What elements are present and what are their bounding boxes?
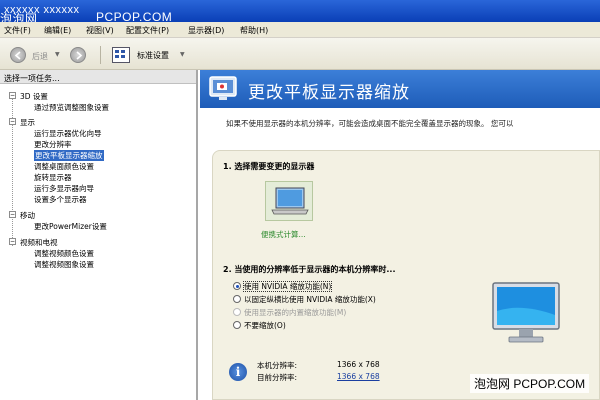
display-label[interactable]: 便携式计算...	[261, 229, 306, 240]
monitor-preview-icon	[492, 282, 560, 343]
page-title: 更改平板显示器缩放	[248, 83, 410, 102]
tree-item-preview-image[interactable]: 通过预览调整图象设置	[34, 102, 109, 113]
menu-profile[interactable]: 配置文件(P)	[126, 25, 169, 36]
menu-file[interactable]: 文件(F)	[4, 25, 31, 36]
tree-group-display[interactable]: 显示	[20, 117, 35, 128]
radio-nvidia-scaling[interactable]	[233, 282, 241, 290]
back-button[interactable]	[10, 47, 26, 63]
display-selector[interactable]	[265, 181, 313, 221]
standard-view-button[interactable]: 标准设置	[137, 50, 169, 61]
back-label: 后退	[32, 52, 48, 61]
tree-group-video-tv[interactable]: 视频和电视	[20, 237, 58, 248]
option-no-scaling[interactable]: 不要缩放(O)	[233, 320, 286, 331]
expand-3d-icon[interactable]: −	[9, 92, 16, 99]
tree-item-flat-panel-scaling[interactable]: 更改平板显示器缩放	[34, 150, 104, 161]
menu-help[interactable]: 帮助(H)	[240, 25, 268, 36]
page-description: 如果不使用显示器的本机分辨率，可能会造成桌面不能完全覆盖显示器的现象。 您可以	[226, 119, 514, 128]
option-display-builtin-scaling: 使用显示器的内置缩放功能(M)	[233, 307, 346, 318]
task-sidebar: 选择一项任务... − 3D 设置 通过预览调整图象设置 − 显示 运行显示器优…	[0, 70, 198, 400]
radio-display-builtin-scaling	[233, 308, 241, 316]
menu-bar: 文件(F) 编辑(E) 视图(V) 配置文件(P) 显示器(D) 帮助(H)	[0, 22, 600, 38]
tree-item-change-resolution[interactable]: 更改分辨率	[34, 139, 72, 150]
tree-item-rotate-display[interactable]: 旋转显示器	[34, 172, 72, 183]
expand-video-icon[interactable]: −	[9, 238, 16, 245]
back-dropdown-icon[interactable]: ▼	[55, 51, 60, 58]
expand-mobile-icon[interactable]: −	[9, 211, 16, 218]
standard-view-icon[interactable]	[112, 47, 130, 63]
tree-item-desktop-color[interactable]: 调整桌面颜色设置	[34, 161, 94, 172]
native-resolution-label: 本机分辨率:	[257, 361, 298, 370]
tree-item-optimize-wizard[interactable]: 运行显示器优化向导	[34, 128, 102, 139]
tree-item-video-color[interactable]: 调整视频颜色设置	[34, 248, 94, 259]
back-arrow-icon	[14, 51, 21, 60]
current-resolution-label: 目前分辨率:	[257, 373, 298, 382]
step2-heading: 2. 当使用的分辨率低于显示器的本机分辨率时...	[223, 265, 396, 274]
option-nvidia-fixed-aspect[interactable]: 以固定纵横比使用 NVIDIA 缩放功能(X)	[233, 294, 376, 305]
tree-item-multiple-displays[interactable]: 设置多个显示器	[34, 194, 87, 205]
option-nvidia-scaling[interactable]: 使用 NVIDIA 缩放功能(N)	[233, 281, 333, 292]
native-resolution-value: 1366 x 768	[337, 360, 380, 369]
tree-item-video-image[interactable]: 调整视频图象设置	[34, 259, 94, 270]
forward-arrow-icon	[76, 51, 83, 60]
toolbar: 后退 ▼ 标准设置 ▼	[0, 38, 600, 70]
page-banner: 更改平板显示器缩放	[200, 70, 600, 108]
sidebar-header: 选择一项任务...	[0, 70, 196, 84]
laptop-display-icon	[271, 187, 309, 215]
expand-display-icon[interactable]: −	[9, 118, 16, 125]
menu-edit[interactable]: 编辑(E)	[44, 25, 71, 36]
main-content: 更改平板显示器缩放 如果不使用显示器的本机分辨率，可能会造成桌面不能完全覆盖显示…	[200, 70, 600, 400]
current-resolution-link[interactable]: 1366 x 768	[337, 372, 380, 381]
toolbar-separator	[100, 46, 101, 64]
standard-view-dropdown-icon[interactable]: ▼	[180, 51, 185, 58]
tree-group-mobile[interactable]: 移动	[20, 210, 35, 221]
watermark-bottom: 泡泡网 PCPOP.COM	[470, 374, 590, 393]
info-icon: i	[229, 363, 247, 381]
settings-panel: 1. 选择需要变更的显示器 便携式计算... 2. 当使用的分辨率低于显示器的本…	[212, 150, 600, 400]
tree-item-powermizer[interactable]: 更改PowerMizer设置	[34, 221, 107, 232]
menu-display[interactable]: 显示器(D)	[188, 25, 224, 36]
tree-item-multi-display-wizard[interactable]: 运行多显示器向导	[34, 183, 94, 194]
title-bar: xxxxxx xxxxxx 泡泡网 PCPOP.COM	[0, 0, 600, 26]
radio-no-scaling[interactable]	[233, 321, 241, 329]
forward-button[interactable]	[70, 47, 86, 63]
flat-panel-scaling-icon	[209, 76, 237, 100]
tree-group-3d[interactable]: 3D 设置	[20, 91, 48, 102]
step1-heading: 1. 选择需要变更的显示器	[223, 162, 315, 171]
radio-nvidia-fixed-aspect[interactable]	[233, 295, 241, 303]
menu-view[interactable]: 视图(V)	[86, 25, 114, 36]
